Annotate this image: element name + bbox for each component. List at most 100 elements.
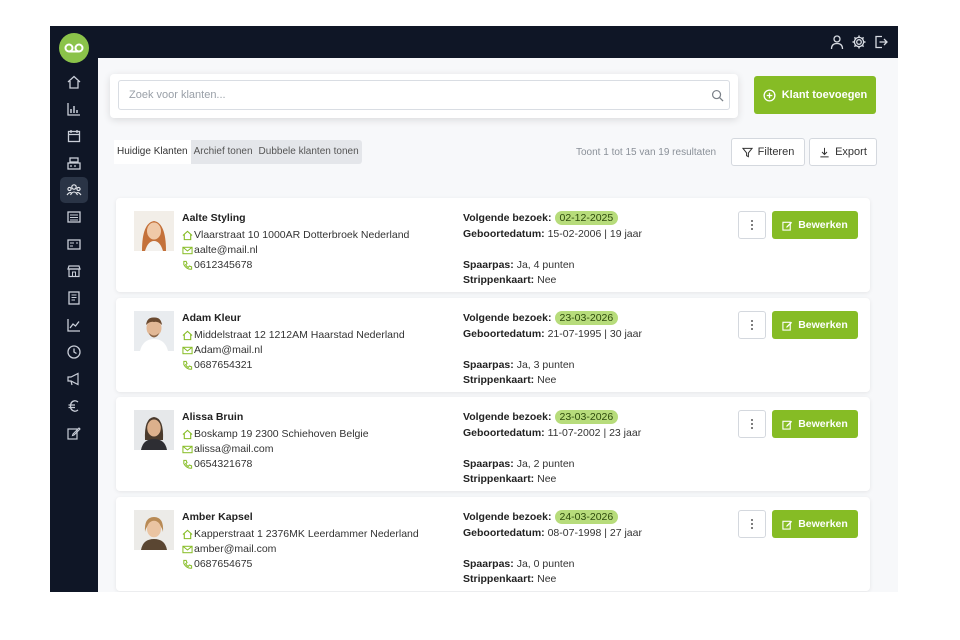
punch-card-label: Strippenkaart:	[463, 274, 535, 286]
client-phone[interactable]: 0654321678	[182, 458, 252, 470]
sidebar-item-marketing[interactable]	[60, 366, 88, 392]
birthdate-value: 08-07-1998 | 27 jaar	[547, 527, 642, 539]
client-address: Kapperstraat 1 2376MK Leerdammer Nederla…	[182, 528, 419, 540]
client-phone[interactable]: 0612345678	[182, 259, 252, 271]
home-icon	[182, 330, 193, 340]
next-visit-date: 23-03-2026	[554, 410, 619, 424]
avatar	[134, 410, 174, 450]
filter-label: Filteren	[757, 146, 795, 158]
avatar	[134, 211, 174, 251]
birthdate-value: 15-02-2006 | 19 jaar	[547, 228, 642, 240]
client-name[interactable]: Amber Kapsel	[182, 511, 253, 523]
next-visit-label: Volgende bezoek:	[463, 511, 552, 523]
voicemail-logo-icon[interactable]	[59, 33, 89, 63]
client-email[interactable]: Adam@mail.nl	[182, 344, 262, 356]
client-name[interactable]: Alissa Bruin	[182, 411, 243, 423]
client-card: Aalte Styling Vlaarstraat 10 1000AR Dott…	[116, 198, 870, 292]
next-visit-date: 23-03-2026	[554, 311, 619, 325]
client-card: Alissa Bruin Boskamp 19 2300 Schiehoven …	[116, 397, 870, 491]
punch-card: Strippenkaart: Nee	[463, 573, 556, 585]
client-address: Vlaarstraat 10 1000AR Dotterbroek Nederl…	[182, 229, 409, 241]
loyalty-value: Ja, 0 punten	[516, 558, 575, 570]
punch-card-label: Strippenkaart:	[463, 573, 535, 585]
client-email[interactable]: amber@mail.com	[182, 543, 276, 555]
edit-icon	[782, 221, 793, 231]
client-email[interactable]: alissa@mail.com	[182, 443, 274, 455]
client-phone[interactable]: 0687654675	[182, 558, 252, 570]
search-icon[interactable]	[711, 89, 724, 102]
next-visit-date: 24-03-2026	[554, 510, 619, 524]
edit-label: Bewerken	[798, 219, 848, 231]
more-options-button[interactable]	[738, 211, 766, 239]
sidebar-item-store[interactable]	[60, 258, 88, 284]
more-options-button[interactable]	[738, 510, 766, 538]
phone-icon	[183, 559, 193, 569]
birthdate: Geboortedatum: 15-02-2006 | 19 jaar	[463, 228, 642, 240]
sidebar-item-finance[interactable]	[60, 393, 88, 419]
edit-icon	[67, 427, 81, 440]
sidebar-item-clients[interactable]	[60, 177, 88, 203]
sidebar-item-cards[interactable]	[60, 231, 88, 257]
edit-button[interactable]: Bewerken	[772, 510, 858, 538]
sidebar-item-notes[interactable]	[60, 420, 88, 446]
loyalty-card: Spaarpas: Ja, 4 punten	[463, 259, 575, 271]
client-name[interactable]: Adam Kleur	[182, 312, 241, 324]
sidebar	[50, 26, 98, 592]
export-button[interactable]: Export	[809, 138, 877, 166]
sidebar-item-book[interactable]	[60, 285, 88, 311]
edit-label: Bewerken	[798, 518, 848, 530]
home-icon	[182, 429, 193, 439]
birthdate: Geboortedatum: 21-07-1995 | 30 jaar	[463, 328, 642, 340]
phone-icon	[183, 260, 193, 270]
search-input[interactable]	[118, 80, 730, 110]
avatar	[134, 510, 174, 550]
client-name[interactable]: Aalte Styling	[182, 212, 246, 224]
loyalty-value: Ja, 3 punten	[516, 359, 575, 371]
export-label: Export	[835, 146, 867, 158]
calendar-icon	[67, 130, 81, 143]
email-text: aalte@mail.nl	[194, 244, 258, 256]
address-text: Boskamp 19 2300 Schiehoven Belgie	[194, 428, 369, 440]
id-card-icon	[67, 239, 81, 250]
edit-button[interactable]: Bewerken	[772, 410, 858, 438]
loyalty-label: Spaarpas:	[463, 359, 514, 371]
filter-button[interactable]: Filteren	[731, 138, 805, 166]
more-options-button[interactable]	[738, 410, 766, 438]
tab-current-clients[interactable]: Huidige Klanten	[114, 140, 191, 164]
client-phone[interactable]: 0687654321	[182, 359, 252, 371]
sidebar-item-dashboard[interactable]	[60, 96, 88, 122]
sidebar-item-home[interactable]	[60, 69, 88, 95]
edit-button[interactable]: Bewerken	[772, 311, 858, 339]
tab-archive[interactable]: Archief tonen	[190, 140, 256, 164]
sidebar-item-list[interactable]	[60, 204, 88, 230]
phone-text: 0687654675	[194, 558, 253, 570]
users-icon	[66, 184, 82, 196]
birthdate-label: Geboortedatum:	[463, 427, 545, 439]
result-count: Toont 1 tot 15 van 19 resultaten	[576, 147, 717, 158]
gear-icon[interactable]	[851, 34, 867, 50]
logout-icon[interactable]	[873, 34, 889, 50]
storefront-icon	[67, 265, 81, 278]
address-text: Vlaarstraat 10 1000AR Dotterbroek Nederl…	[194, 229, 410, 241]
home-icon	[182, 529, 193, 539]
loyalty-value: Ja, 2 punten	[516, 458, 575, 470]
sidebar-item-history[interactable]	[60, 339, 88, 365]
mail-icon	[182, 246, 193, 254]
tab-duplicates[interactable]: Dubbele klanten tonen	[255, 140, 362, 164]
client-email[interactable]: aalte@mail.nl	[182, 244, 258, 256]
sidebar-item-calendar[interactable]	[60, 123, 88, 149]
next-visit-date: 02-12-2025	[554, 211, 619, 225]
punch-card: Strippenkaart: Nee	[463, 374, 556, 386]
user-icon[interactable]	[829, 34, 845, 50]
phone-icon	[183, 360, 193, 370]
sidebar-item-reports[interactable]	[60, 312, 88, 338]
mail-icon	[182, 346, 193, 354]
edit-button[interactable]: Bewerken	[772, 211, 858, 239]
client-tabs: Huidige Klanten Archief tonen Dubbele kl…	[114, 140, 362, 164]
loyalty-card: Spaarpas: Ja, 2 punten	[463, 458, 575, 470]
more-options-button[interactable]	[738, 311, 766, 339]
main-content: Klant toevoegen Huidige Klanten Archief …	[98, 58, 898, 592]
sidebar-item-register[interactable]	[60, 150, 88, 176]
line-chart-icon	[67, 319, 80, 332]
add-client-button[interactable]: Klant toevoegen	[754, 76, 876, 114]
